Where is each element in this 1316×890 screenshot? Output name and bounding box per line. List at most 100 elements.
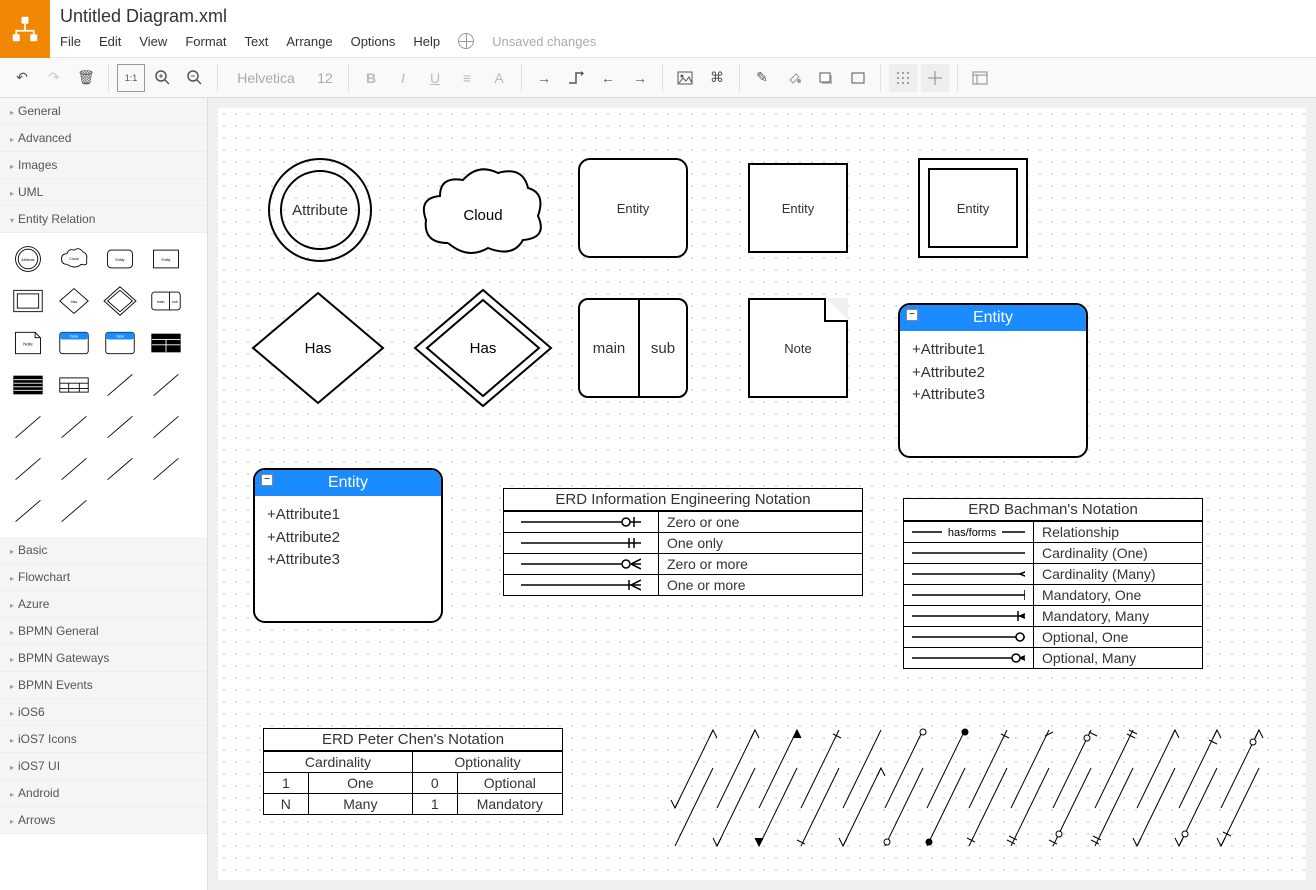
svg-text:Entity: Entity bbox=[162, 258, 171, 262]
sidebar-item-general[interactable]: General bbox=[0, 98, 207, 125]
zoom-out-button[interactable] bbox=[181, 64, 209, 92]
shape-thumb-entity-frame[interactable] bbox=[8, 283, 48, 319]
shape-thumb-line-5[interactable] bbox=[100, 409, 140, 445]
sidebar-item-bpmn-general[interactable]: BPMN General bbox=[0, 618, 207, 645]
undo-button[interactable]: ↶ bbox=[8, 64, 36, 92]
shape-thumb-line-1[interactable] bbox=[100, 367, 140, 403]
shape-has-dbldiamond[interactable]: Has bbox=[413, 288, 553, 408]
shape-cloud[interactable]: Cloud bbox=[418, 158, 548, 268]
sidebar-item-flowchart[interactable]: Flowchart bbox=[0, 564, 207, 591]
arrow-end-button[interactable]: → bbox=[626, 64, 654, 92]
italic-button[interactable]: I bbox=[389, 64, 417, 92]
canvas-area[interactable]: Attribute Cloud Entity Entity Entity Has… bbox=[208, 98, 1316, 890]
guides-button[interactable] bbox=[921, 64, 949, 92]
shape-thumb-entity-table2[interactable]: Table bbox=[100, 325, 140, 361]
menu-format[interactable]: Format bbox=[185, 34, 226, 49]
sidebar-item-bpmn-gateways[interactable]: BPMN Gateways bbox=[0, 645, 207, 672]
document-title[interactable]: Untitled Diagram.xml bbox=[50, 0, 1316, 29]
shape-style-button[interactable] bbox=[844, 64, 872, 92]
menu-view[interactable]: View bbox=[139, 34, 167, 49]
shape-thumb-line-3[interactable] bbox=[8, 409, 48, 445]
sidebar-item-arrows[interactable]: Arrows bbox=[0, 807, 207, 834]
shape-thumb-attribute[interactable]: Attribute bbox=[8, 241, 48, 277]
shape-main-sub[interactable]: main sub bbox=[578, 298, 688, 398]
shape-entity-table-2[interactable]: Entity +Attribute1+Attribute2+Attribute3 bbox=[253, 468, 443, 623]
erd-chen-table[interactable]: ERD Peter Chen's Notation CardinalityOpt… bbox=[263, 728, 563, 815]
zoom-in-button[interactable] bbox=[149, 64, 177, 92]
line-style-button[interactable]: → bbox=[530, 64, 558, 92]
arrow-start-button[interactable]: ← bbox=[594, 64, 622, 92]
shape-thumb-line-9[interactable] bbox=[100, 451, 140, 487]
shape-thumb-line-2[interactable] bbox=[146, 367, 186, 403]
shape-thumb-ie-legend[interactable] bbox=[146, 325, 186, 361]
delete-button[interactable]: 🗑 bbox=[72, 64, 100, 92]
globe-icon[interactable] bbox=[458, 33, 474, 49]
shape-thumb-note[interactable]: Note bbox=[8, 325, 48, 361]
shape-thumb-cloud[interactable]: Cloud bbox=[54, 241, 94, 277]
layout-panel-button[interactable] bbox=[966, 64, 994, 92]
shape-thumb-line-6[interactable] bbox=[146, 409, 186, 445]
shadow-button[interactable] bbox=[812, 64, 840, 92]
sidebar-item-uml[interactable]: UML bbox=[0, 179, 207, 206]
menu-text[interactable]: Text bbox=[244, 34, 268, 49]
waypoint-button[interactable] bbox=[562, 64, 590, 92]
shape-attribute-ring[interactable]: Attribute bbox=[268, 158, 372, 262]
link-button[interactable]: ⌘ bbox=[703, 64, 731, 92]
shape-has-diamond[interactable]: Has bbox=[248, 288, 388, 408]
shape-thumb-line-10[interactable] bbox=[146, 451, 186, 487]
shape-thumb-line-4[interactable] bbox=[54, 409, 94, 445]
sidebar: General Advanced Images UML Entity Relat… bbox=[0, 98, 208, 890]
image-button[interactable] bbox=[671, 64, 699, 92]
entity-body: +Attribute1+Attribute2+Attribute3 bbox=[900, 331, 1086, 456]
sidebar-item-bpmn-events[interactable]: BPMN Events bbox=[0, 672, 207, 699]
sidebar-item-ios7-icons[interactable]: iOS7 Icons bbox=[0, 726, 207, 753]
app-logo[interactable] bbox=[0, 0, 50, 58]
menu-bar: File Edit View Format Text Arrange Optio… bbox=[50, 29, 1316, 53]
shape-thumb-has-diamond[interactable]: Has bbox=[54, 283, 94, 319]
menu-file[interactable]: File bbox=[60, 34, 81, 49]
shape-thumb-line-7[interactable] bbox=[8, 451, 48, 487]
shape-thumb-line-12[interactable] bbox=[54, 493, 94, 529]
shape-thumb-entity-table[interactable]: Table bbox=[54, 325, 94, 361]
shape-thumb-has-dbldiamond[interactable] bbox=[100, 283, 140, 319]
shape-thumb-entity-round rect[interactable]: Entity bbox=[100, 241, 140, 277]
redo-button[interactable]: ↷ bbox=[40, 64, 68, 92]
sidebar-item-android[interactable]: Android bbox=[0, 780, 207, 807]
shape-entity-rect[interactable]: Entity bbox=[748, 163, 848, 253]
stroke-color-button[interactable]: ✎ bbox=[748, 64, 776, 92]
shape-thumb-bach-legend[interactable] bbox=[8, 367, 48, 403]
sidebar-item-images[interactable]: Images bbox=[0, 152, 207, 179]
font-family-field[interactable]: Helvetica bbox=[226, 64, 306, 92]
sidebar-item-azure[interactable]: Azure bbox=[0, 591, 207, 618]
connector-samples[interactable] bbox=[633, 728, 1293, 848]
shape-thumb-line-8[interactable] bbox=[54, 451, 94, 487]
menu-arrange[interactable]: Arrange bbox=[286, 34, 332, 49]
sidebar-item-advanced[interactable]: Advanced bbox=[0, 125, 207, 152]
sidebar-item-entity-relation[interactable]: Entity Relation bbox=[0, 206, 207, 233]
bold-button[interactable]: B bbox=[357, 64, 385, 92]
shape-entity-frame[interactable]: Entity bbox=[918, 158, 1028, 258]
zoom-fit-button[interactable]: 1:1 bbox=[117, 64, 145, 92]
shape-thumb-chen-legend[interactable] bbox=[54, 367, 94, 403]
align-button[interactable]: ≡ bbox=[453, 64, 481, 92]
underline-button[interactable]: U bbox=[421, 64, 449, 92]
grid-dots-button[interactable] bbox=[889, 64, 917, 92]
fill-color-button[interactable] bbox=[780, 64, 808, 92]
sidebar-item-ios6[interactable]: iOS6 bbox=[0, 699, 207, 726]
erd-ie-table[interactable]: ERD Information Engineering Notation Zer… bbox=[503, 488, 863, 596]
erd-bach-table[interactable]: ERD Bachman's Notation has/formsRelation… bbox=[903, 498, 1203, 669]
menu-options[interactable]: Options bbox=[351, 34, 396, 49]
shape-thumb-line-11[interactable] bbox=[8, 493, 48, 529]
shape-entity-table-1[interactable]: Entity +Attribute1+Attribute2+Attribute3 bbox=[898, 303, 1088, 458]
shape-entity-roundrect[interactable]: Entity bbox=[578, 158, 688, 258]
shape-thumb-entity-rect[interactable]: Entity bbox=[146, 241, 186, 277]
shape-note[interactable]: Note bbox=[748, 298, 848, 398]
shape-thumb-mainsub[interactable]: mainsub bbox=[146, 283, 186, 319]
font-color-button[interactable]: A bbox=[485, 64, 513, 92]
menu-help[interactable]: Help bbox=[413, 34, 440, 49]
sidebar-item-ios7-ui[interactable]: iOS7 UI bbox=[0, 753, 207, 780]
menu-edit[interactable]: Edit bbox=[99, 34, 121, 49]
sidebar-item-basic[interactable]: Basic bbox=[0, 537, 207, 564]
canvas[interactable]: Attribute Cloud Entity Entity Entity Has… bbox=[218, 108, 1306, 880]
font-size-field[interactable]: 12 bbox=[310, 64, 340, 92]
